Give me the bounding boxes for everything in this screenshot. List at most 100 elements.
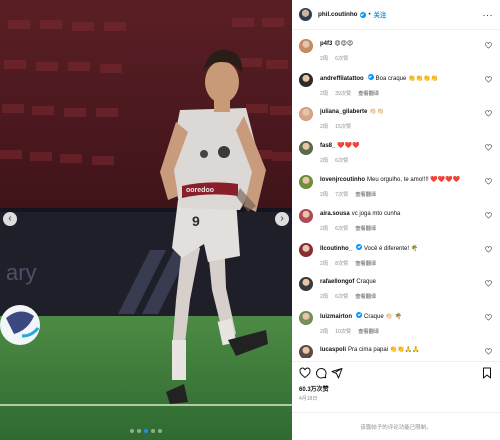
comment-like-heart-icon[interactable]	[485, 212, 492, 219]
like-count[interactable]: 60.3万次赞	[299, 384, 329, 393]
comment-item: rafaellongof Craque 2周 6次赞 查看翻译	[292, 276, 500, 310]
comment-like-count[interactable]: 39次赞	[335, 91, 351, 97]
comment-like-count[interactable]: 7次赞	[335, 192, 348, 198]
commenter-avatar[interactable]	[299, 209, 313, 223]
comment-line: andreffilatattoo Boa craque 👏👏👏👏	[320, 74, 480, 83]
comment-like-heart-icon[interactable]	[485, 42, 492, 49]
post-photo: ary 9 ooredoo	[0, 0, 292, 440]
comment-item: fas8_ ❤️❤️❤️ 2周 6次赞	[292, 140, 500, 174]
author-username[interactable]: phil.coutinho	[318, 11, 358, 18]
more-options-icon[interactable]: ···	[483, 10, 494, 20]
next-slide-button[interactable]: ›	[275, 212, 289, 226]
commenter-username[interactable]: p4f3	[320, 41, 332, 47]
comment-like-count[interactable]: 6次赞	[335, 158, 348, 164]
comment-like-heart-icon[interactable]	[485, 144, 492, 151]
comment-meta: 2周 6次赞 查看翻译	[320, 293, 480, 300]
commenter-avatar[interactable]	[299, 345, 313, 358]
see-translation-link[interactable]: 查看翻译	[358, 91, 379, 97]
author-avatar[interactable]	[299, 8, 312, 21]
comment-line: p4f3 😍😍😍	[320, 40, 480, 48]
post-date: 4月18日	[299, 396, 318, 402]
follow-button[interactable]: 关注	[374, 10, 387, 19]
see-translation-link[interactable]: 查看翻译	[355, 294, 376, 300]
comment-like-heart-icon[interactable]	[485, 110, 492, 117]
comment-like-count[interactable]: 6次赞	[335, 226, 348, 232]
comment-like-heart-icon[interactable]	[485, 178, 492, 185]
comment-like-count[interactable]: 8次赞	[335, 261, 348, 267]
comment-body: fas8_ ❤️❤️❤️ 2周 6次赞	[320, 142, 480, 164]
commenter-username[interactable]: andreffilatattoo	[320, 76, 364, 82]
comment-body: lucaspoli Pra cima papai 👏👏🙏🙏	[320, 346, 480, 354]
comment-list[interactable]: p4f3 😍😍😍 2周 6次赞 andreffilatattoo Boa craque 👏…	[292, 38, 500, 358]
comment-text: 👏🏻👏🏻	[369, 109, 385, 115]
commenter-avatar[interactable]	[299, 141, 313, 155]
commenter-avatar[interactable]	[299, 73, 313, 87]
comment-meta: 2周 6次赞	[320, 157, 480, 164]
comment-like-heart-icon[interactable]	[485, 314, 492, 321]
like-icon[interactable]	[299, 367, 311, 379]
svg-text:ary: ary	[6, 260, 37, 285]
commenter-username[interactable]: lucaspoli	[320, 347, 346, 353]
commenter-avatar[interactable]	[299, 175, 313, 189]
commenter-avatar[interactable]	[299, 107, 313, 121]
comment-line: juliana_gilaberte 👏🏻👏🏻	[320, 108, 480, 116]
commenter-avatar[interactable]	[299, 39, 313, 53]
comment-like-count[interactable]: 15次赞	[335, 124, 351, 130]
commenter-username[interactable]: luizmairton	[320, 314, 352, 320]
see-translation-link[interactable]: 查看翻译	[358, 329, 379, 335]
carousel-dot	[158, 429, 162, 433]
commenter-username[interactable]: lovenjrcoutinho	[320, 177, 365, 183]
comment-body: lovenjrcoutinho Meu orgulho, te amo!!!! ❤…	[320, 176, 480, 198]
share-icon[interactable]	[331, 367, 343, 379]
comment-like-heart-icon[interactable]	[485, 246, 492, 253]
commenter-username[interactable]: llcoutinho_	[320, 246, 352, 252]
carousel-dot	[130, 429, 134, 433]
save-bookmark-icon[interactable]	[481, 367, 493, 379]
commenter-avatar[interactable]	[299, 277, 313, 291]
comment-age: 2周	[320, 261, 329, 267]
comment-line: llcoutinho_ Você é diferente! 🌴	[320, 244, 480, 253]
see-translation-link[interactable]: 查看翻译	[355, 226, 376, 232]
comment-like-count[interactable]: 10次赞	[335, 329, 351, 335]
commenter-username[interactable]: fas8_	[320, 143, 335, 149]
post-media[interactable]: ary 9 ooredoo ‹ ›	[0, 0, 292, 440]
comment-like-count[interactable]: 6次赞	[335, 294, 348, 300]
comment-text: 😍😍😍	[334, 41, 354, 47]
commenter-avatar[interactable]	[299, 311, 313, 325]
verified-badge-icon	[359, 11, 366, 18]
commenter-username[interactable]: rafaellongof	[320, 279, 354, 285]
separator-dot: •	[368, 11, 371, 18]
comment-text: Craque 👏🏻 🌴	[364, 314, 402, 320]
chevron-right-icon: ›	[280, 213, 284, 224]
comment-like-count[interactable]: 6次赞	[335, 56, 348, 62]
post-header: phil.coutinho • 关注 ···	[292, 0, 500, 30]
see-translation-link[interactable]: 查看翻译	[355, 261, 376, 267]
comment-line: lucaspoli Pra cima papai 👏👏🙏🙏	[320, 346, 480, 354]
comment-like-heart-icon[interactable]	[485, 280, 492, 287]
comment-text: Pra cima papai 👏👏🙏🙏	[348, 347, 420, 353]
comment-item: p4f3 😍😍😍 2周 6次赞	[292, 38, 500, 72]
comment-age: 2周	[320, 329, 329, 335]
verified-badge-icon	[356, 312, 363, 318]
comment-item: llcoutinho_ Você é diferente! 🌴 2周 8次赞 查看翻译	[292, 242, 500, 276]
comment-body: p4f3 😍😍😍 2周 6次赞	[320, 40, 480, 62]
comment-item: lucaspoli Pra cima papai 👏👏🙏🙏	[292, 344, 500, 358]
comments-limited-notice: 该篇帖子的评论功能已限制。	[360, 424, 432, 431]
comment-meta: 2周 8次赞 查看翻译	[320, 260, 480, 267]
comment-line: lovenjrcoutinho Meu orgulho, te amo!!!! ❤…	[320, 176, 480, 184]
comment-age: 2周	[320, 192, 329, 198]
commenter-avatar[interactable]	[299, 243, 313, 257]
comment-icon[interactable]	[315, 367, 327, 379]
comment-body: llcoutinho_ Você é diferente! 🌴 2周 8次赞 查看翻译	[320, 244, 480, 267]
comment-item: andreffilatattoo Boa craque 👏👏👏👏 2周 39次赞 查看翻…	[292, 72, 500, 106]
comment-like-heart-icon[interactable]	[485, 76, 492, 83]
commenter-username[interactable]: aira.sousa	[320, 211, 350, 217]
comment-line: rafaellongof Craque	[320, 278, 480, 286]
see-translation-link[interactable]: 查看翻译	[355, 192, 376, 198]
comment-line: luizmairton Craque 👏🏻 🌴	[320, 312, 480, 321]
comment-like-heart-icon[interactable]	[485, 348, 492, 355]
verified-badge-icon	[367, 74, 374, 80]
previous-slide-button[interactable]: ‹	[3, 212, 17, 226]
commenter-username[interactable]: juliana_gilaberte	[320, 109, 367, 115]
comment-meta: 2周 6次赞 查看翻译	[320, 225, 480, 232]
